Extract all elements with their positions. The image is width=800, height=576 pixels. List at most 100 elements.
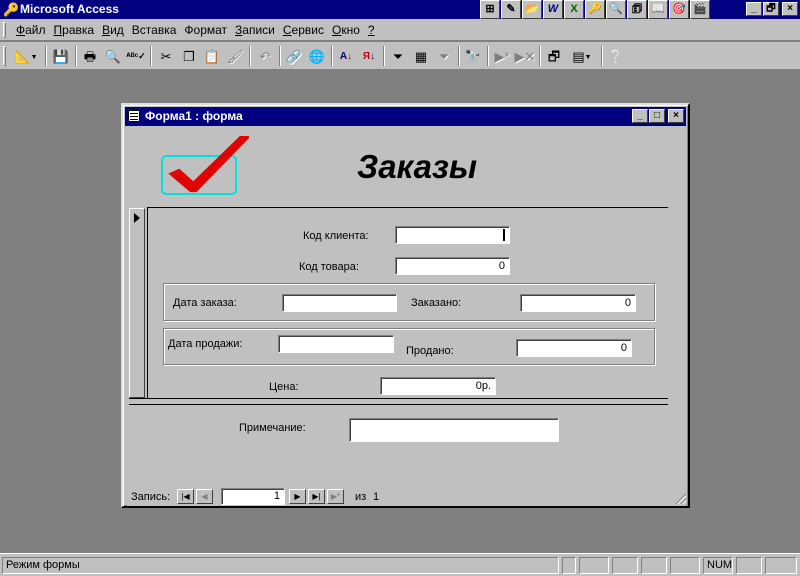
form-window: Форма1 : форма _ □ × Заказы Код клиента:… [121,103,690,508]
new-record-icon[interactable]: ▶* [491,46,513,67]
text-cursor [503,229,505,241]
note-label: Примечание: [239,422,306,434]
status-panel-3 [612,557,638,574]
form-maximize-icon[interactable]: □ [649,109,665,123]
access-icon[interactable]: 🔑 [585,0,605,19]
binder-icon[interactable]: 📖 [648,0,668,19]
next-record-icon[interactable]: ▶ [289,489,306,504]
header-divider [147,207,668,208]
app-title: Microsoft Access [20,2,119,16]
save-icon[interactable]: 💾 [50,46,72,67]
resize-grip-icon[interactable] [674,492,686,504]
note-input[interactable] [349,418,559,442]
status-panel-5 [670,557,700,574]
status-bar: Режим формы NUM [0,553,800,576]
status-panel-2 [579,557,609,574]
current-record-input[interactable]: 1 [221,488,285,505]
toolbar-grip[interactable] [3,46,6,66]
print-preview-icon[interactable]: 🔍 [102,46,124,67]
office-shortcut-button-1-icon[interactable]: ⊞ [480,0,500,19]
format-painter-icon[interactable]: 🖌 [224,46,246,67]
sale-date-input[interactable] [278,335,394,353]
first-record-icon[interactable]: |◀ [177,489,194,504]
outlook-icon[interactable]: 🗊 [627,0,647,19]
last-record-icon[interactable]: ▶| [308,489,325,504]
menu-format[interactable]: Формат [180,23,231,37]
office-shortcut-button-2-icon[interactable]: ✎ [501,0,521,19]
sort-descending-icon[interactable]: Я↓ [358,46,380,67]
app-restore-icon[interactable]: 🗗 [763,2,779,16]
new-object-icon[interactable]: ▤▼ [566,46,598,67]
cut-icon[interactable]: ✂ [155,46,177,67]
previous-record-icon[interactable]: ◀ [196,489,213,504]
app-window-buttons: _ 🗗 × [745,2,798,16]
form-title-bar[interactable]: Форма1 : форма _ □ × [125,107,686,126]
form-view-toolbar: 📐▼ 💾 🖶 🔍 ᴬᴮᶜ✓ ✂ ❐ 📋 🖌 ↶ 🔗 🌐 A↓ Я↓ ⏷ ▦ ⏷ … [0,42,800,70]
hyperlink-icon[interactable]: 🔗 [283,46,305,67]
ordered-input[interactable]: 0 [520,294,636,312]
ordered-label: Заказано: [411,297,462,309]
form-title: Форма1 : форма [145,109,243,123]
record-selector[interactable] [129,208,145,398]
app-minimize-icon[interactable]: _ [746,2,762,16]
apply-filter-icon[interactable]: ⏷ [433,46,455,67]
record-navigation-bar: Запись: |◀ ◀ 1 ▶ ▶| ▶* из 1 [127,486,686,506]
delete-record-icon[interactable]: ▶✕ [514,46,536,67]
help-icon[interactable]: ❔ [605,46,627,67]
menu-grip[interactable] [3,22,6,38]
sort-ascending-icon[interactable]: A↓ [335,46,357,67]
form-icon[interactable] [128,110,140,122]
form-body: Заказы Код клиента: Код товара: 0 Дата з… [127,128,686,506]
web-icon[interactable]: 🌐 [306,46,328,67]
sale-date-label: Дата продажи: [168,338,243,350]
current-record-arrow-icon [134,213,140,223]
app-title-bar: 🔑 Microsoft Access ⊞ ✎ 📂 W X 🔑 🔍 🗊 📖 🎯 🎬… [0,0,800,19]
menu-file[interactable]: Файл [12,23,50,37]
status-mode: Режим формы [2,557,559,574]
menu-insert[interactable]: Вставка [128,23,181,37]
print-icon[interactable]: 🖶 [79,46,101,67]
menu-window[interactable]: Окно [328,23,364,37]
sold-label: Продано: [406,345,454,357]
status-panel-8 [765,557,797,574]
product-code-input[interactable]: 0 [395,257,510,275]
word-icon[interactable]: W [543,0,563,19]
menu-tools[interactable]: Сервис [279,23,328,37]
menu-edit[interactable]: Правка [50,23,99,37]
filter-by-selection-icon[interactable]: ⏷ [387,46,409,67]
status-panel-1 [562,557,576,574]
form-close-icon[interactable]: × [668,109,684,123]
filter-by-form-icon[interactable]: ▦ [410,46,432,67]
order-date-label: Дата заказа: [173,297,237,309]
powerpoint-icon[interactable]: 🎯 [669,0,689,19]
paste-icon[interactable]: 📋 [201,46,223,67]
new-record-nav-icon[interactable]: ▶* [327,489,344,504]
menu-records[interactable]: Записи [231,23,279,37]
detail-left-border [147,208,148,398]
database-window-icon[interactable]: 🗗 [543,46,565,67]
menu-help[interactable]: ? [364,23,379,37]
media-icon[interactable]: 🎬 [690,0,710,19]
status-panel-4 [641,557,667,574]
menu-bar: Файл Правка Вид Вставка Формат Записи Се… [0,19,800,41]
copy-icon[interactable]: ❐ [178,46,200,67]
app-close-icon[interactable]: × [782,2,798,16]
form-window-buttons: _ □ × [631,109,684,123]
office-find-icon[interactable]: 🔍 [606,0,626,19]
excel-icon[interactable]: X [564,0,584,19]
footer-divider-bottom [129,404,668,405]
undo-icon[interactable]: ↶ [254,46,276,67]
checkmark-logo-icon [161,136,249,195]
order-date-input[interactable] [282,294,397,312]
price-input[interactable]: 0р. [380,377,496,395]
spelling-icon[interactable]: ᴬᴮᶜ✓ [125,46,147,67]
design-view-icon[interactable]: 📐▼ [10,46,42,67]
status-panel-7 [736,557,762,574]
office-open-folder-icon[interactable]: 📂 [522,0,542,19]
sold-input[interactable]: 0 [516,339,632,357]
price-label: Цена: [269,381,299,393]
form-minimize-icon[interactable]: _ [632,109,648,123]
menu-view[interactable]: Вид [98,23,128,37]
client-code-input[interactable] [395,226,510,244]
find-icon[interactable]: 🔭 [462,46,484,67]
